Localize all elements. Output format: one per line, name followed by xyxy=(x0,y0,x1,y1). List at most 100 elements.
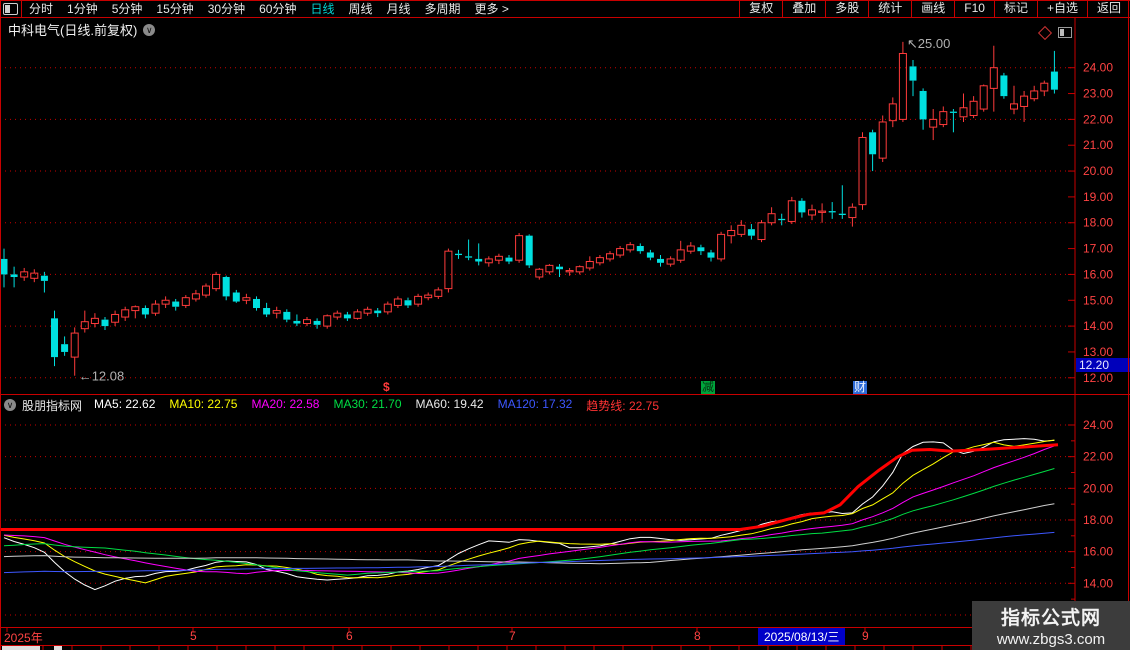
ma-line-MA30 xyxy=(3,468,1055,576)
candle-body-up xyxy=(303,319,311,325)
candle-body-up xyxy=(90,317,99,325)
main-axis-label: 23.00 xyxy=(1083,87,1113,101)
panel-collapse-icon[interactable]: ∨ xyxy=(4,399,16,411)
statusbar-clipped-text xyxy=(54,646,62,650)
time-axis-label: 5 xyxy=(190,629,197,643)
main-axis-label: 15.00 xyxy=(1083,293,1113,307)
candle-body-down xyxy=(556,266,563,270)
candle-body-up xyxy=(242,297,251,301)
ma-value-label: MA10: 22.75 xyxy=(169,396,238,411)
candle-body-up xyxy=(585,261,594,269)
main-axis-label: 17.00 xyxy=(1083,242,1113,256)
panel-axis-label: 22.00 xyxy=(1083,450,1113,464)
candle-body-up xyxy=(20,271,29,278)
candle-body-up xyxy=(111,313,120,323)
panel-axis-label: 24.00 xyxy=(1083,418,1113,432)
candle-body-down xyxy=(525,235,533,266)
event-mark[interactable]: 减 xyxy=(701,381,716,394)
main-axis-label: 18.00 xyxy=(1083,216,1113,230)
candle-body-down xyxy=(374,310,382,314)
candle-body-up xyxy=(787,200,796,222)
ma-value-label: MA5: 22.62 xyxy=(94,396,156,411)
candle-body-up xyxy=(30,272,39,279)
candle-body-up xyxy=(666,258,675,265)
main-axis-label: 14.00 xyxy=(1083,319,1113,333)
candle-body-up xyxy=(878,121,887,159)
candle-body-down xyxy=(949,111,957,113)
candle-body-down xyxy=(1000,75,1008,97)
time-axis-label: 2025/08/13/三 xyxy=(758,628,846,645)
candle-body-up xyxy=(717,233,726,260)
candle-body-up xyxy=(575,266,584,273)
main-axis-label: 13.00 xyxy=(1083,345,1113,359)
candle-body-up xyxy=(515,235,524,261)
candle-body-down xyxy=(657,258,664,263)
candle-body-up xyxy=(686,245,695,252)
candle-body-up xyxy=(676,249,685,261)
event-mark[interactable]: $ xyxy=(383,381,390,394)
candle-body-up xyxy=(969,100,978,117)
candle-body-down xyxy=(465,256,473,258)
candle-body-up xyxy=(848,206,857,219)
panel-grid: 24.00 22.00 20.00 18.00 16.00 14.00 xyxy=(0,418,1113,616)
candle-body-up xyxy=(606,253,614,260)
event-mark[interactable]: 财 xyxy=(853,381,868,394)
candle-body-up xyxy=(393,298,402,306)
candle-body-up xyxy=(414,295,423,305)
candle-body-down xyxy=(0,258,8,275)
candle-body-down xyxy=(343,314,351,319)
candle-body-up xyxy=(545,264,554,273)
candle-body-up xyxy=(151,303,160,314)
candle-body-up xyxy=(363,308,372,314)
candle-body-up xyxy=(181,297,190,306)
candle-body-up xyxy=(616,248,625,256)
candle-body-down xyxy=(101,319,109,327)
candle-body-down xyxy=(505,257,513,262)
candle-body-down xyxy=(909,66,917,81)
ma-values: MA5: 22.62 MA10: 22.75 MA20: 22.58 MA30: 21… xyxy=(94,397,673,414)
ma-value-label: MA20: 22.58 xyxy=(251,396,320,411)
candle-body-down xyxy=(636,245,644,252)
ma-line-MA120 xyxy=(3,531,1055,574)
candle-body-up xyxy=(484,258,493,264)
candle-body-down xyxy=(313,320,321,325)
candle-body-up xyxy=(131,306,140,312)
window-border-left xyxy=(0,0,1,650)
candle-body-up xyxy=(595,257,604,264)
candle-body-up xyxy=(767,213,776,224)
window-border-right xyxy=(1128,0,1129,650)
candle-body-up xyxy=(737,224,746,235)
candle-body-down xyxy=(828,211,836,213)
candle-body-up xyxy=(888,103,897,122)
candle-body-up xyxy=(565,270,574,273)
time-axis-label: 6 xyxy=(346,629,353,643)
candle-body-down xyxy=(778,218,786,221)
candle-body-down xyxy=(475,258,483,262)
main-axis-label: 22.00 xyxy=(1083,112,1113,126)
candle-body-up xyxy=(808,209,816,216)
candle-body-down xyxy=(40,275,48,281)
candle-body-up xyxy=(1040,82,1049,92)
price-annotation: ←12.08 xyxy=(79,369,125,384)
time-axis: 2025年 5 6 7 8 2025/08/13/三 9 xyxy=(0,628,1130,645)
main-axis-label: 20.00 xyxy=(1083,164,1113,178)
candles[interactable] xyxy=(0,41,1058,376)
candle-body-up xyxy=(959,107,968,118)
candle-body-up xyxy=(424,294,433,299)
ma-value-label: MA30: 21.70 xyxy=(333,396,402,411)
watermark-title: 指标公式网 xyxy=(1000,608,1101,629)
ma-line-MA5 xyxy=(3,438,1055,591)
indicator-name: 股朋指标网 xyxy=(22,398,83,413)
candle-body-down xyxy=(172,301,180,307)
candle-body-up xyxy=(191,293,200,300)
candle-body-up xyxy=(979,85,988,110)
candle-body-up xyxy=(333,312,342,318)
candle-body-down xyxy=(869,132,877,155)
candle-body-up xyxy=(383,303,392,313)
chart-canvas[interactable]: 24.00 23.00 22.00 21.00 20.00 19.00 18.00 17.00… xyxy=(0,0,1130,650)
candle-body-down xyxy=(1050,71,1058,90)
ma-value-label: MA120: 17.32 xyxy=(497,396,573,411)
main-axis-label: 12.00 xyxy=(1083,371,1113,385)
main-grid: 24.00 23.00 22.00 21.00 20.00 19.00 18.00 17.00… xyxy=(0,61,1113,385)
candle-body-up xyxy=(353,311,362,319)
